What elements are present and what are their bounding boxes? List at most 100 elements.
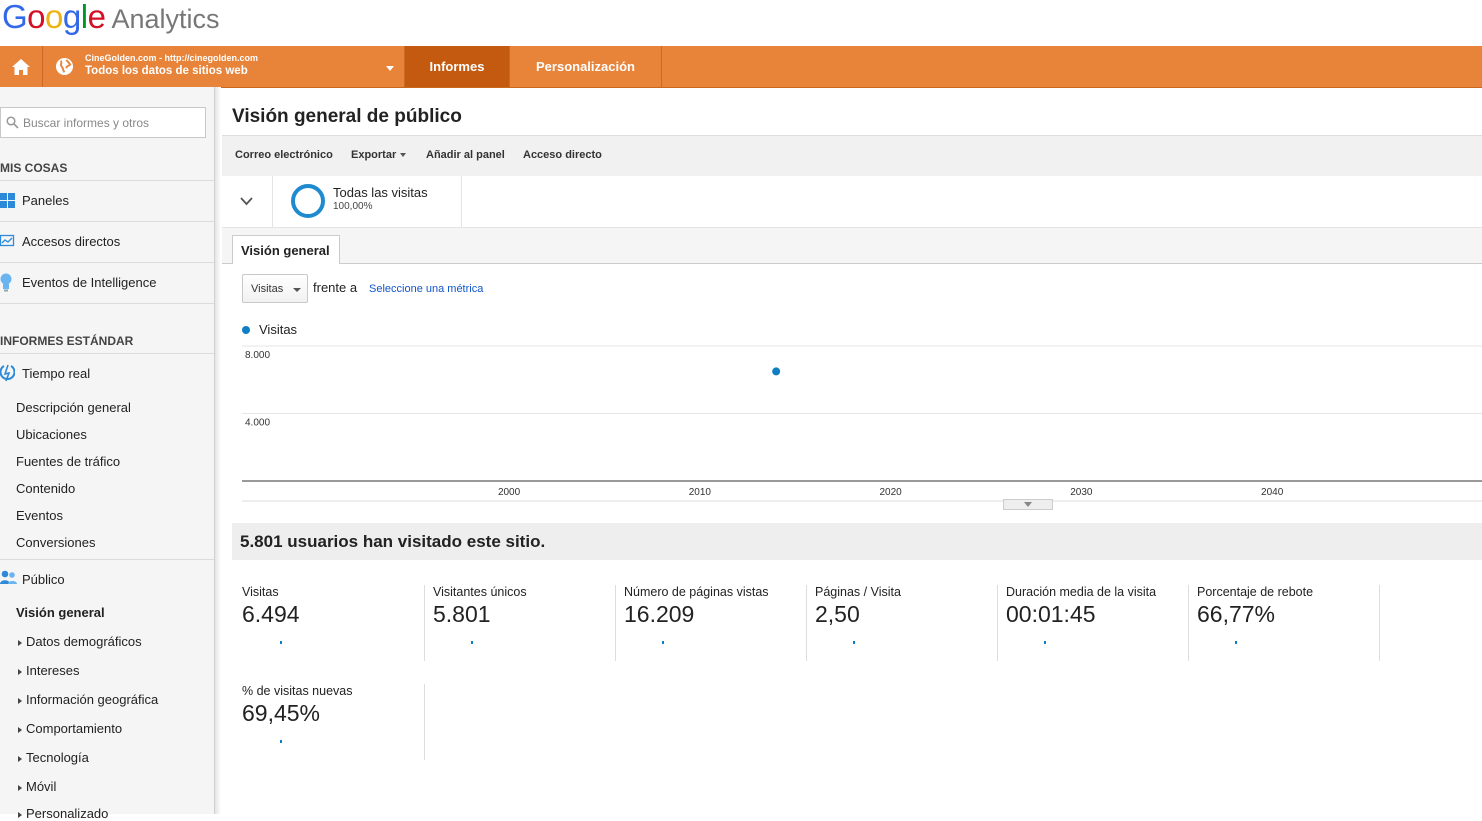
kpi-label: Visitas [242,585,279,599]
search-input[interactable]: Buscar informes y otros [0,107,206,138]
sidebar-subitem-datos-demograficos[interactable]: Datos demográficos [18,634,142,649]
sidebar-subitem-eventos[interactable]: Eventos [16,508,63,523]
sidebar-subitem-label: Comportamiento [26,721,123,736]
sidebar-subitem-ubicaciones[interactable]: Ubicaciones [16,427,87,442]
caret-right-icon [18,811,22,818]
section-heading-informes-estandar: INFORMES ESTÁNDAR [0,334,134,348]
kpi-value: 2,50 [815,601,860,627]
sidebar-subitem-informacion-geografica[interactable]: Información geográfica [18,692,158,707]
profile-name: Todos los datos de sitios web [85,65,248,77]
sidebar-subitem-label: Móvil [26,779,57,794]
google-wordmark: Google [2,0,106,35]
add-to-dashboard-button[interactable]: Añadir al panel [426,149,505,161]
sidebar-item-paneles[interactable]: Paneles [0,181,214,221]
kpi-sparkline [1235,641,1237,644]
kpi-value: 66,77% [1197,601,1276,627]
kpi-sparkline [280,740,282,743]
sidebar-shadow [215,87,221,814]
x-tick-label: 2010 [689,487,712,498]
sidebar-item-label: Tiempo real [22,366,91,381]
sidebar-subitem-conversiones[interactable]: Conversiones [16,535,96,550]
sidebar-subitem-contenido[interactable]: Contenido [16,481,75,496]
chart-collapse-handle[interactable] [1003,499,1053,510]
select-metric-link[interactable]: Seleccione una métrica [369,283,483,295]
kpi-label: Páginas / Visita [815,585,901,599]
summary-text: 5.801 usuarios han visitado este sitio. [240,532,546,551]
sidebar-subitem-label: Tecnología [26,750,89,765]
chevron-down-icon [386,66,394,71]
sidebar-subitem-descripcion-general[interactable]: Descripción general [16,400,131,415]
export-button[interactable]: Exportar [351,149,407,161]
search-icon [6,116,19,129]
kpi-sparkline [1044,641,1046,644]
segment-toggle[interactable] [222,176,273,227]
page-title: Visión general de público [232,106,462,127]
kpi-label: % de visitas nuevas [242,684,353,698]
analytics-wordmark: Analytics [111,4,220,34]
kpi-paginas-vistas[interactable]: Número de páginas vistas 16.209 [624,585,807,661]
sidebar-subitem-comportamiento[interactable]: Comportamiento [18,721,122,736]
home-icon [12,58,30,75]
tab-personalizacion[interactable]: Personalización [510,46,662,87]
kpi-label: Duración media de la visita [1006,585,1157,599]
home-button[interactable] [0,46,43,87]
sidebar: Buscar informes y otros MIS COSAS Panele… [0,87,215,821]
sidebar-item-accesos-directos[interactable]: Accesos directos [0,222,214,262]
realtime-icon [0,364,15,382]
y-tick-label: 8.000 [245,350,270,361]
sidebar-subitem-fuentes-trafico[interactable]: Fuentes de tráfico [16,454,120,469]
metric-select[interactable]: Visitas [242,274,308,303]
caret-right-icon [18,726,22,733]
email-button[interactable]: Correo electrónico [235,149,333,161]
visits-chart: 8.000 4.000 2000 2010 2020 2030 2040 [242,345,1482,502]
tab-informes[interactable]: Informes [405,46,510,87]
sidebar-item-tiempo-real[interactable]: Tiempo real [0,354,214,394]
chevron-down-icon [400,153,407,158]
kpi-value: 16.209 [624,601,695,627]
caret-right-icon [18,755,22,762]
sidebar-subitem-intereses[interactable]: Intereses [18,663,79,678]
sidebar-subitem-label: Información geográfica [26,692,159,707]
shortcut-button[interactable]: Acceso directo [523,149,602,161]
tab-strip [222,228,1482,264]
caret-right-icon [18,639,22,646]
kpi-paginas-visita[interactable]: Páginas / Visita 2,50 [815,585,998,661]
kpi-duracion-media[interactable]: Duración media de la visita 00:01:45 [1006,585,1189,661]
tab-vision-general[interactable]: Visión general [232,235,340,264]
metric-select-value: Visitas [251,283,284,295]
account-nav-bar: CineGolden.com - http://cinegolden.com T… [0,46,1482,88]
kpi-sparkline [662,641,664,644]
segment-bar: Todas las visitas 100,00% [222,176,1482,228]
kpi-visitantes-unicos[interactable]: Visitantes únicos 5.801 [433,585,616,661]
kpi-visitas-nuevas[interactable]: % de visitas nuevas 69,45% [242,684,425,760]
sidebar-subitem-movil[interactable]: Móvil [18,779,56,794]
segment-name: Todas las visitas [333,185,428,200]
sidebar-item-publico[interactable]: Público [0,560,214,600]
report-toolbar: Correo electrónico Exportar Añadir al pa… [222,135,1482,177]
segment-all-visits[interactable]: Todas las visitas 100,00% [273,176,462,227]
lightbulb-icon [0,273,12,292]
kpi-value: 69,45% [242,700,321,726]
tab-label: Visión general [241,243,330,258]
x-tick-label: 2040 [1261,487,1284,498]
tab-underline [222,263,1482,264]
sidebar-item-label: Paneles [22,193,69,208]
sidebar-item-eventos-intelligence[interactable]: Eventos de Intelligence [0,263,214,303]
kpi-sparkline [853,641,855,644]
kpi-label: Número de páginas vistas [624,585,769,599]
google-analytics-logo[interactable]: Google Analytics [2,0,220,36]
kpi-visitas[interactable]: Visitas 6.494 [242,585,425,661]
main-content: Visión general de público Correo electró… [222,87,1482,814]
shortcut-icon [0,234,15,247]
x-tick-label: 2030 [1070,487,1093,498]
account-selector[interactable]: CineGolden.com - http://cinegolden.com T… [43,46,405,87]
top-bar: Google Analytics [0,0,1482,46]
legend-label: Visitas [259,322,298,337]
chart-legend: Visitas [242,322,297,337]
sidebar-item-label: Accesos directos [22,234,121,249]
sidebar-subitem-label: Datos demográficos [26,634,142,649]
sidebar-subitem-tecnologia[interactable]: Tecnología [18,750,89,765]
sidebar-subitem-vision-general[interactable]: Visión general [16,605,105,620]
kpi-porcentaje-rebote[interactable]: Porcentaje de rebote 66,77% [1197,585,1380,661]
kpi-label: Porcentaje de rebote [1197,585,1314,599]
